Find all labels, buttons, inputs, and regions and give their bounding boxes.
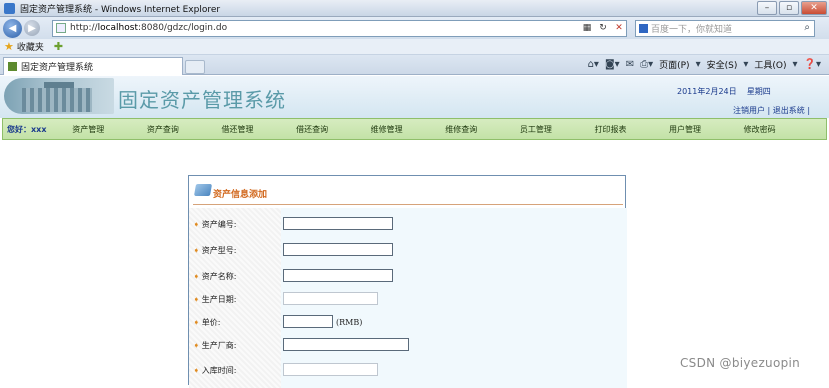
field-label: 资产型号:: [201, 246, 237, 255]
nav-borrow-manage[interactable]: 借还管理: [200, 124, 275, 135]
help-icon[interactable]: ❓▾: [804, 59, 821, 70]
currency-unit: (RMB): [336, 318, 363, 327]
window-title: 固定资产管理系统 - Windows Internet Explorer: [20, 4, 221, 15]
site-title: 固定资产管理系统: [118, 88, 286, 112]
arrow-icon: ➧: [193, 220, 200, 229]
asset-model-input[interactable]: [283, 243, 393, 256]
feeds-icon[interactable]: ◙▾: [605, 59, 620, 70]
tab-title: 固定资产管理系统: [21, 63, 94, 73]
field-label: 单价:: [201, 318, 221, 327]
forward-button[interactable]: ▶: [24, 20, 40, 36]
greeting: 您好：xxx: [7, 124, 47, 134]
field-label: 生产厂商:: [201, 341, 237, 350]
page-icon: [56, 23, 66, 33]
panel-header: 资产信息添加: [189, 176, 625, 206]
tab-current[interactable]: 固定资产管理系统: [3, 57, 183, 75]
current-date: 2011年2月24日 星期四: [677, 87, 771, 96]
new-tab-button[interactable]: [185, 60, 205, 74]
form-row: ➧ 资产型号:: [189, 242, 627, 260]
form-row: ➧ 资产编号:: [189, 216, 627, 234]
minimize-button[interactable]: –: [757, 1, 777, 15]
favorites-bar: ★ 收藏夹 ✚: [0, 39, 829, 55]
baidu-icon: [639, 23, 648, 33]
building-logo-icon: [4, 78, 114, 114]
panel-title: 资产信息添加: [213, 190, 268, 200]
add-favorite-icon[interactable]: ✚: [54, 40, 63, 53]
home-icon[interactable]: ⌂▾: [588, 59, 599, 70]
search-icon[interactable]: ⌕: [804, 22, 810, 33]
nav-repair-query[interactable]: 维修查询: [424, 124, 499, 135]
stock-in-time-input[interactable]: [283, 363, 378, 376]
back-button[interactable]: ◀: [3, 18, 22, 38]
exit-system-link[interactable]: 退出系统: [773, 106, 805, 115]
page-menu[interactable]: 页面(P): [659, 58, 689, 71]
print-icon[interactable]: ⎙▾: [640, 59, 653, 70]
asset-add-panel: 资产信息添加 ➧ 资产编号: ➧ 资产型号: ➧ 资产名称: ➧ 生产日期: ➧ 单价: …: [188, 175, 627, 388]
maximize-button[interactable]: ▫: [779, 1, 799, 15]
field-label: 生产日期:: [201, 295, 237, 304]
form-row: ➧ 生产厂商:: [189, 337, 627, 355]
mail-icon[interactable]: ✉: [626, 59, 634, 70]
nav-borrow-query[interactable]: 借还查询: [275, 124, 350, 135]
arrow-icon: ➧: [193, 295, 200, 304]
refresh-icon[interactable]: ↻: [596, 22, 610, 35]
form-row: ➧ 入库时间:: [189, 362, 627, 380]
field-label: 入库时间:: [201, 366, 237, 375]
safety-menu[interactable]: 安全(S): [707, 58, 738, 71]
logout-user-link[interactable]: 注销用户: [733, 106, 765, 115]
compatibility-icon[interactable]: ▦: [580, 22, 594, 35]
window-titlebar: 固定资产管理系统 - Windows Internet Explorer – ▫…: [0, 0, 829, 17]
nav-repair-manage[interactable]: 维修管理: [349, 124, 424, 135]
field-label: 资产编号:: [201, 220, 237, 229]
nav-change-password[interactable]: 修改密码: [722, 124, 797, 135]
manufacturer-input[interactable]: [283, 338, 409, 351]
arrow-icon: ➧: [193, 318, 200, 327]
command-bar: ⌂▾ ◙▾ ✉ ⎙▾ 页面(P) ▾ 安全(S) ▾ 工具(O) ▾ ❓▾: [587, 58, 821, 71]
address-field[interactable]: http://localhost:8080/gdzc/login.do ▦ ↻ …: [52, 19, 627, 37]
search-input[interactable]: 百度一下，你就知道 ⌕: [635, 19, 815, 37]
arrow-icon: ➧: [193, 366, 200, 375]
search-placeholder: 百度一下，你就知道: [651, 24, 733, 35]
watermark: CSDN @biyezuopin: [680, 356, 801, 370]
nav-asset-query[interactable]: 资产查询: [126, 124, 201, 135]
form-row: ➧ 生产日期:: [189, 291, 627, 309]
ie-icon: [4, 2, 15, 14]
production-date-input[interactable]: [283, 292, 378, 305]
asset-name-input[interactable]: [283, 269, 393, 282]
document-icon: [193, 184, 213, 196]
header-links: 注销用户 | 退出系统 |: [733, 106, 811, 115]
close-button[interactable]: ✕: [801, 1, 827, 15]
arrow-icon: ➧: [193, 246, 200, 255]
unit-price-input[interactable]: [283, 315, 333, 328]
form-row: ➧ 单价: (RMB): [189, 314, 627, 332]
tab-bar: 固定资产管理系统 ⌂▾ ◙▾ ✉ ⎙▾ 页面(P) ▾ 安全(S) ▾ 工具(O) ▾…: [0, 55, 829, 75]
favorites-star-icon[interactable]: ★: [4, 40, 14, 53]
nav-user-manage[interactable]: 用户管理: [648, 124, 723, 135]
url-text: http://localhost:8080/gdzc/login.do: [70, 23, 228, 33]
panel-divider: [193, 204, 623, 205]
tab-favicon: [8, 62, 17, 71]
stop-icon[interactable]: ✕: [612, 22, 626, 35]
arrow-icon: ➧: [193, 341, 200, 350]
form-row: ➧ 资产名称:: [189, 268, 627, 286]
nav-print-report[interactable]: 打印报表: [573, 124, 648, 135]
nav-asset-manage[interactable]: 资产管理: [51, 124, 126, 135]
site-header: 固定资产管理系统 2011年2月24日 星期四 注销用户 | 退出系统 |: [0, 76, 829, 118]
favorites-button[interactable]: 收藏夹: [17, 40, 44, 53]
main-nav: 您好：xxx 资产管理 资产查询 借还管理 借还查询 维修管理 维修查询 员工管…: [2, 118, 827, 140]
window-controls: – ▫ ✕: [757, 1, 827, 15]
field-label: 资产名称:: [201, 272, 237, 281]
tools-menu[interactable]: 工具(O): [754, 58, 786, 71]
arrow-icon: ➧: [193, 272, 200, 281]
nav-staff-manage[interactable]: 员工管理: [499, 124, 574, 135]
asset-number-input[interactable]: [283, 217, 393, 230]
address-toolbar: ◀ ▶ http://localhost:8080/gdzc/login.do …: [0, 17, 829, 39]
